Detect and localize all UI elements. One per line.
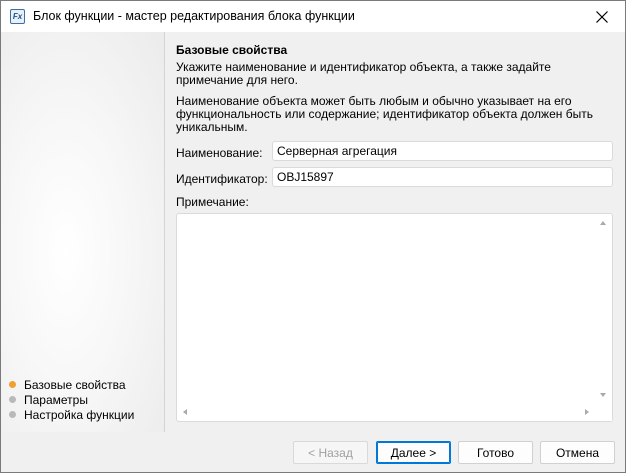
step-label: Настройка функции bbox=[24, 407, 135, 422]
back-button[interactable]: < Назад bbox=[293, 441, 368, 464]
note-textarea-frame bbox=[176, 213, 613, 422]
step-label: Базовые свойства bbox=[24, 377, 126, 392]
identifier-label: Идентификатор: bbox=[176, 172, 268, 186]
close-icon bbox=[596, 10, 608, 23]
section-description: Укажите наименование и идентификатор объ… bbox=[176, 60, 551, 87]
naming-hint: Наименование объекта может быть любым и … bbox=[176, 94, 593, 134]
step-basic-properties: Базовые свойства bbox=[9, 377, 134, 392]
scroll-down-icon[interactable] bbox=[600, 393, 606, 397]
note-textarea[interactable] bbox=[177, 214, 595, 404]
section-title: Базовые свойства bbox=[176, 43, 288, 57]
title-bar: Fx Блок функции - мастер редактирования … bbox=[1, 1, 625, 32]
scroll-left-icon[interactable] bbox=[183, 409, 187, 415]
next-button[interactable]: Далее > bbox=[376, 441, 451, 464]
close-button[interactable] bbox=[579, 1, 625, 32]
wizard-sidebar: Базовые свойства Параметры Настройка фун… bbox=[1, 32, 165, 432]
fx-icon: Fx bbox=[10, 9, 25, 24]
wizard-steps: Базовые свойства Параметры Настройка фун… bbox=[9, 377, 134, 422]
name-input[interactable] bbox=[272, 141, 613, 161]
step-label: Параметры bbox=[24, 392, 88, 407]
scroll-up-icon[interactable] bbox=[600, 221, 606, 225]
horizontal-scrollbar[interactable] bbox=[177, 404, 595, 421]
wizard-window: Fx Блок функции - мастер редактирования … bbox=[0, 0, 626, 473]
step-dot-icon bbox=[9, 411, 16, 418]
vertical-scrollbar[interactable] bbox=[595, 214, 612, 404]
scrollbar-corner bbox=[595, 404, 612, 421]
identifier-input[interactable] bbox=[272, 167, 613, 187]
scroll-right-icon[interactable] bbox=[585, 409, 589, 415]
name-label: Наименование: bbox=[176, 146, 263, 160]
step-active-dot-icon bbox=[9, 381, 16, 388]
window-title: Блок функции - мастер редактирования бло… bbox=[33, 9, 355, 23]
finish-button[interactable]: Готово bbox=[458, 441, 533, 464]
cancel-button[interactable]: Отмена bbox=[540, 441, 615, 464]
wizard-content: Базовые свойства Укажите наименование и … bbox=[176, 32, 616, 432]
wizard-footer: < Назад Далее > Готово Отмена bbox=[1, 432, 625, 472]
step-function-settings: Настройка функции bbox=[9, 407, 134, 422]
step-dot-icon bbox=[9, 396, 16, 403]
step-parameters: Параметры bbox=[9, 392, 134, 407]
note-label: Примечание: bbox=[176, 195, 249, 209]
